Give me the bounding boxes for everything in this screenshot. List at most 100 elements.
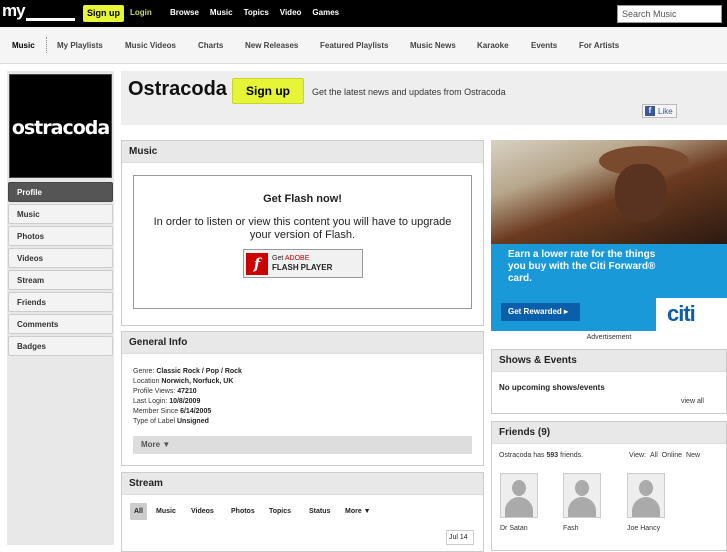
subnav-music[interactable]: Music [12, 41, 35, 50]
facebook-icon: f [645, 106, 655, 116]
profile-logo-text: ostracoda [11, 117, 110, 139]
signup-button[interactable]: Sign up [232, 78, 304, 104]
flash-flash: FLASH [272, 263, 299, 272]
artist-name: Ostracoda [128, 78, 227, 100]
stream-tab-all[interactable]: All [130, 503, 147, 520]
profile-image[interactable]: ostracoda [9, 74, 112, 178]
sidebar-item-profile[interactable]: Profile [8, 182, 113, 202]
nav-music[interactable]: Music [210, 8, 233, 17]
profile-sidebar: ostracoda Profile Music Photos Videos St… [7, 71, 114, 545]
sidebar-item-music[interactable]: Music [8, 204, 113, 224]
view-label: View: [629, 452, 646, 459]
info-value: 47210 [177, 388, 197, 395]
stream-tab-photos[interactable]: Photos [231, 508, 255, 515]
friend-name[interactable]: Joe Hancy [627, 525, 660, 532]
friend-avatar[interactable] [563, 473, 601, 518]
ad-headline: Earn a lower rate for the things you buy… [508, 249, 656, 284]
more-info-button[interactable]: More ▼ [133, 436, 472, 454]
avatar-placeholder-body [632, 497, 660, 517]
flash-button-text: Get ADOBE FLASH PLAYER [272, 254, 332, 273]
friends-count-suffix: friends. [560, 452, 584, 459]
advertisement-banner[interactable]: Earn a lower rate for the things you buy… [491, 140, 727, 331]
subnav-music-videos[interactable]: Music Videos [125, 41, 176, 50]
friend-avatar[interactable] [500, 473, 538, 518]
facebook-like-button[interactable]: f Like [642, 104, 677, 118]
sidebar-item-badges[interactable]: Badges [8, 336, 113, 356]
subnav-new-releases[interactable]: New Releases [245, 41, 298, 50]
stream-date: Jul 14 [446, 530, 474, 545]
subnav-charts[interactable]: Charts [198, 41, 223, 50]
subnav-events[interactable]: Events [531, 41, 557, 50]
info-label: Member Since [133, 408, 179, 415]
subnav-karaoke[interactable]: Karaoke [477, 41, 509, 50]
sidebar-item-videos[interactable]: Videos [8, 248, 113, 268]
sidebar-item-photos[interactable]: Photos [8, 226, 113, 246]
info-label: Location [133, 378, 160, 385]
avatar-placeholder-icon [575, 480, 589, 496]
avatar-placeholder-icon [512, 480, 526, 496]
subnav-music-news[interactable]: Music News [410, 41, 456, 50]
info-genre: Genre: Classic Rock / Pop / Rock [133, 367, 242, 377]
info-member-since: Member Since 6/14/2005 [133, 407, 211, 417]
nav-browse[interactable]: Browse [170, 8, 199, 17]
info-label-type: Type of Label Unsigned [133, 417, 209, 427]
view-all-shows-link[interactable]: view all [681, 398, 704, 405]
top-bar: my Sign up Login Browse Music Topics Vid… [0, 0, 727, 27]
avatar-placeholder-body [505, 497, 533, 517]
nav-topics[interactable]: Topics [244, 8, 269, 17]
top-nav: Browse Music Topics Video Games [170, 8, 339, 17]
header-tagline: Get the latest news and updates from Ost… [312, 87, 506, 97]
sidebar-item-friends[interactable]: Friends [8, 292, 113, 312]
stream-tab-status[interactable]: Status [309, 508, 330, 515]
stream-tab-topics[interactable]: Topics [269, 508, 291, 515]
myspace-logo[interactable]: my [2, 1, 75, 25]
info-value: Norwich, Norfuck, UK [161, 378, 234, 385]
subnav-my-playlists[interactable]: My Playlists [57, 41, 103, 50]
friends-count-prefix: Ostracoda has [499, 452, 545, 459]
flash-get: Get [272, 255, 284, 262]
filter-new[interactable]: New [686, 452, 700, 459]
info-value: 10/8/2009 [169, 398, 201, 405]
subnav-featured-playlists[interactable]: Featured Playlists [320, 41, 388, 50]
profile-header: Ostracoda Sign up Get the latest news an… [121, 71, 727, 125]
signup-button-top[interactable]: Sign up [83, 5, 124, 22]
general-info-title: General Info [122, 332, 483, 354]
info-label: Profile Views: [133, 388, 176, 395]
stream-title: Stream [122, 473, 483, 495]
friends-grid: Dr Satan Fash Joe Hancy [499, 473, 719, 543]
filter-all[interactable]: All [650, 452, 658, 459]
flash-icon: f [246, 252, 268, 275]
sidebar-item-comments[interactable]: Comments [8, 314, 113, 334]
login-link[interactable]: Login [130, 8, 152, 17]
stream-tab-music[interactable]: Music [156, 508, 176, 515]
info-label: Genre: [133, 368, 155, 375]
friend-avatar[interactable] [627, 473, 665, 518]
subnav-for-artists[interactable]: For Artists [579, 41, 619, 50]
nav-games[interactable]: Games [312, 8, 339, 17]
search-input[interactable]: Search Music [617, 5, 722, 23]
avatar-placeholder-body [568, 497, 596, 517]
advertisement-label: Advertisement [586, 334, 632, 341]
filter-online[interactable]: Online [662, 452, 682, 459]
ad-photo-face [615, 164, 667, 222]
subnav-divider [46, 37, 47, 53]
get-flash-button[interactable]: f Get ADOBE FLASH PLAYER [243, 249, 363, 278]
info-label: Type of Label [133, 418, 176, 425]
avatar-placeholder-icon [639, 480, 653, 496]
stream-tab-more[interactable]: More ▼ [345, 508, 371, 515]
info-label: Last Login: [133, 398, 168, 405]
nav-video[interactable]: Video [280, 8, 302, 17]
get-rewarded-button[interactable]: Get Rewarded ▸ [501, 303, 580, 321]
stream-tab-videos[interactable]: Videos [191, 508, 214, 515]
friend-name[interactable]: Fash [563, 525, 579, 532]
sidebar-item-stream[interactable]: Stream [8, 270, 113, 290]
info-views: Profile Views: 47210 [133, 387, 197, 397]
friends-title: Friends (9) [492, 422, 726, 444]
music-panel: Music Get Flash now! In order to listen … [121, 140, 484, 326]
shows-title: Shows & Events [492, 350, 726, 372]
shows-panel: Shows & Events No upcoming shows/events … [491, 349, 727, 414]
info-value: Unsigned [176, 418, 209, 425]
general-info-panel: General Info Genre: Classic Rock / Pop /… [121, 331, 484, 466]
friend-name[interactable]: Dr Satan [500, 525, 528, 532]
logo-underline [26, 18, 75, 21]
